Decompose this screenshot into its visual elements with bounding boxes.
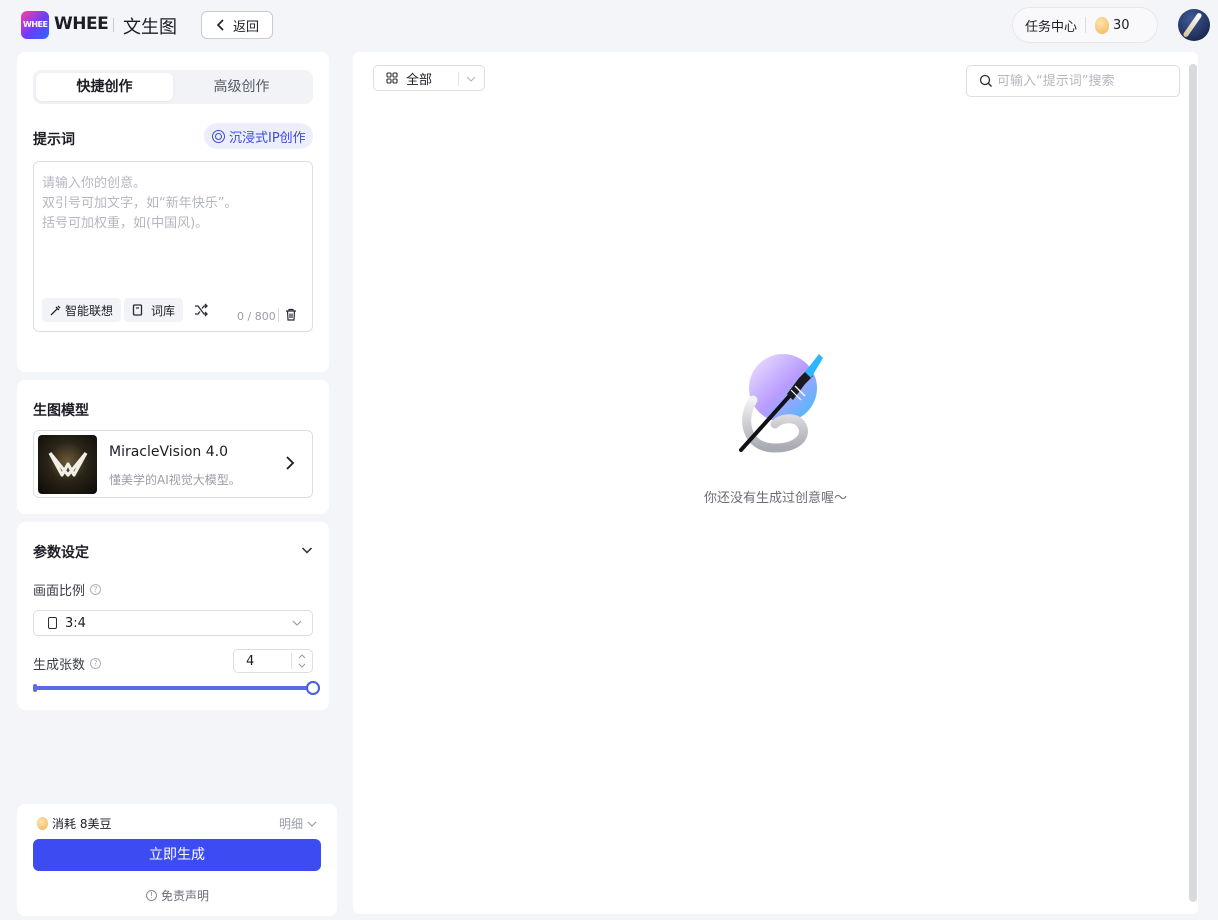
task-center-link[interactable]: 任务中心 — [1025, 16, 1077, 35]
chevron-left-icon — [216, 19, 224, 31]
placeholder-line: 括号可加权重，如(中国风)。 — [42, 216, 209, 231]
back-label: 返回 — [232, 19, 259, 35]
generate-button[interactable]: 立即生成 — [33, 839, 321, 871]
trash-icon[interactable] — [285, 308, 297, 321]
prompt-title: 提示词 — [33, 132, 75, 148]
bean-count[interactable]: 30 — [1113, 18, 1130, 33]
bean-icon — [37, 817, 48, 830]
creation-tabs: 快捷创作 高级创作 — [33, 70, 313, 104]
top-bar: WHEE WHEE 文生图 返回 任务中心 30 — [0, 0, 1218, 50]
cost-text: 消耗 8美豆 — [52, 817, 112, 831]
chevron-down-icon[interactable] — [301, 544, 313, 556]
stepper-divider — [291, 653, 292, 669]
prompt-textarea[interactable]: 请输入你的创意。 双引号可加文字，如“新年快乐”。 括号可加权重，如(中国风)。… — [33, 161, 313, 332]
filter-divider — [458, 72, 459, 86]
info-icon: ! — [146, 890, 157, 901]
page-title: 文生图 — [123, 17, 177, 38]
word-library-label: 词库 — [151, 303, 176, 318]
filter-value: 全部 — [406, 72, 433, 88]
count-value: 4 — [246, 653, 255, 669]
count-label-row: 生成张数 ? — [33, 654, 102, 673]
placeholder-line: 双引号可加文字，如“新年快乐”。 — [42, 196, 238, 211]
ratio-label-row: 画面比例 ? — [33, 580, 102, 599]
whee-logo-icon[interactable]: WHEE — [21, 11, 49, 39]
model-selector[interactable]: MiracleVision 4.0 懂美学的AI视觉大模型。 — [33, 430, 313, 498]
detail-label: 明细 — [279, 817, 304, 831]
ip-icon — [212, 129, 225, 143]
params-card: 参数设定 画面比例 ? 3:4 生成张数 ? 4 — [17, 522, 329, 710]
bean-icon — [1095, 16, 1110, 34]
counter-divider — [278, 308, 279, 322]
prompt-search — [966, 65, 1180, 97]
shuffle-icon[interactable] — [194, 303, 208, 317]
brand-name: WHEE — [54, 14, 109, 34]
model-thumbnail — [38, 435, 97, 494]
smart-association-label: 智能联想 — [65, 303, 114, 318]
wand-icon — [50, 305, 61, 315]
miraclevision-logo-icon — [48, 451, 88, 477]
count-slider-track[interactable] — [33, 686, 313, 690]
prompt-card: 快捷创作 高级创作 提示词 沉浸式IP创作 请输入你的创意。 双引号可加文字，如… — [17, 52, 329, 372]
generate-card: 消耗 8美豆 明细 立即生成 ! 免责声明 — [17, 804, 337, 916]
task-center-pill: 任务中心 30 — [1012, 7, 1158, 43]
params-title: 参数设定 — [33, 545, 89, 561]
paintbrush-illustration-icon — [739, 354, 823, 453]
chevron-right-icon — [286, 456, 295, 470]
immersive-ip-label: 沉浸式IP创作 — [229, 130, 306, 146]
task-divider — [1085, 17, 1087, 33]
cost-info: 消耗 8美豆 — [37, 815, 111, 832]
brand-divider — [113, 18, 114, 32]
char-counter: 0 / 800 — [237, 310, 276, 323]
empty-state-text: 你还没有生成过创意喔～ — [703, 491, 847, 506]
model-section-title: 生图模型 — [33, 403, 89, 419]
aspect-ratio-select[interactable]: 3:4 — [33, 610, 313, 636]
smart-association-button[interactable]: 智能联想 — [42, 298, 122, 322]
back-button[interactable]: 返回 — [201, 11, 273, 39]
chevron-down-icon — [466, 76, 476, 82]
search-icon — [979, 74, 992, 87]
model-description: 懂美学的AI视觉大模型。 — [109, 473, 241, 487]
cost-detail-button[interactable]: 明细 — [279, 815, 317, 832]
placeholder-line: 请输入你的创意。 — [42, 176, 147, 191]
model-card: 生图模型 MiracleVision 4.0 懂美学的AI视觉大模型。 — [17, 380, 329, 514]
user-avatar[interactable] — [1178, 9, 1210, 41]
grid-icon — [386, 72, 398, 84]
count-label: 生成张数 — [33, 658, 86, 673]
search-input[interactable] — [997, 73, 1177, 89]
scrollbar[interactable] — [1189, 64, 1197, 902]
tab-advanced-create[interactable]: 高级创作 — [173, 73, 310, 101]
disclaimer-label: 免责声明 — [161, 889, 210, 903]
prompt-placeholder: 请输入你的创意。 双引号可加文字，如“新年快乐”。 括号可加权重，如(中国风)。 — [42, 174, 237, 234]
count-slider-handle[interactable] — [306, 681, 320, 695]
immersive-ip-button[interactable]: 沉浸式IP创作 — [204, 123, 313, 149]
filter-select[interactable]: 全部 — [373, 65, 485, 91]
stepper-arrows-icon[interactable] — [297, 652, 307, 670]
ratio-value: 3:4 — [65, 615, 86, 631]
book-icon — [132, 304, 143, 316]
help-icon[interactable]: ? — [90, 584, 102, 595]
portrait-ratio-icon — [48, 617, 57, 629]
image-count-stepper[interactable]: 4 — [233, 649, 313, 673]
tab-quick-create[interactable]: 快捷创作 — [36, 73, 173, 101]
help-icon[interactable]: ? — [90, 658, 102, 669]
word-library-button[interactable]: 词库 — [124, 298, 184, 322]
ratio-label: 画面比例 — [33, 584, 86, 599]
disclaimer-link[interactable]: ! 免责声明 — [146, 887, 209, 904]
gallery-panel: 全部 你还没有生成过创意喔～ — [353, 52, 1198, 914]
chevron-down-icon — [307, 821, 317, 827]
model-name: MiracleVision 4.0 — [109, 444, 228, 460]
chevron-down-icon — [292, 620, 302, 626]
slider-min-marker — [33, 684, 37, 692]
